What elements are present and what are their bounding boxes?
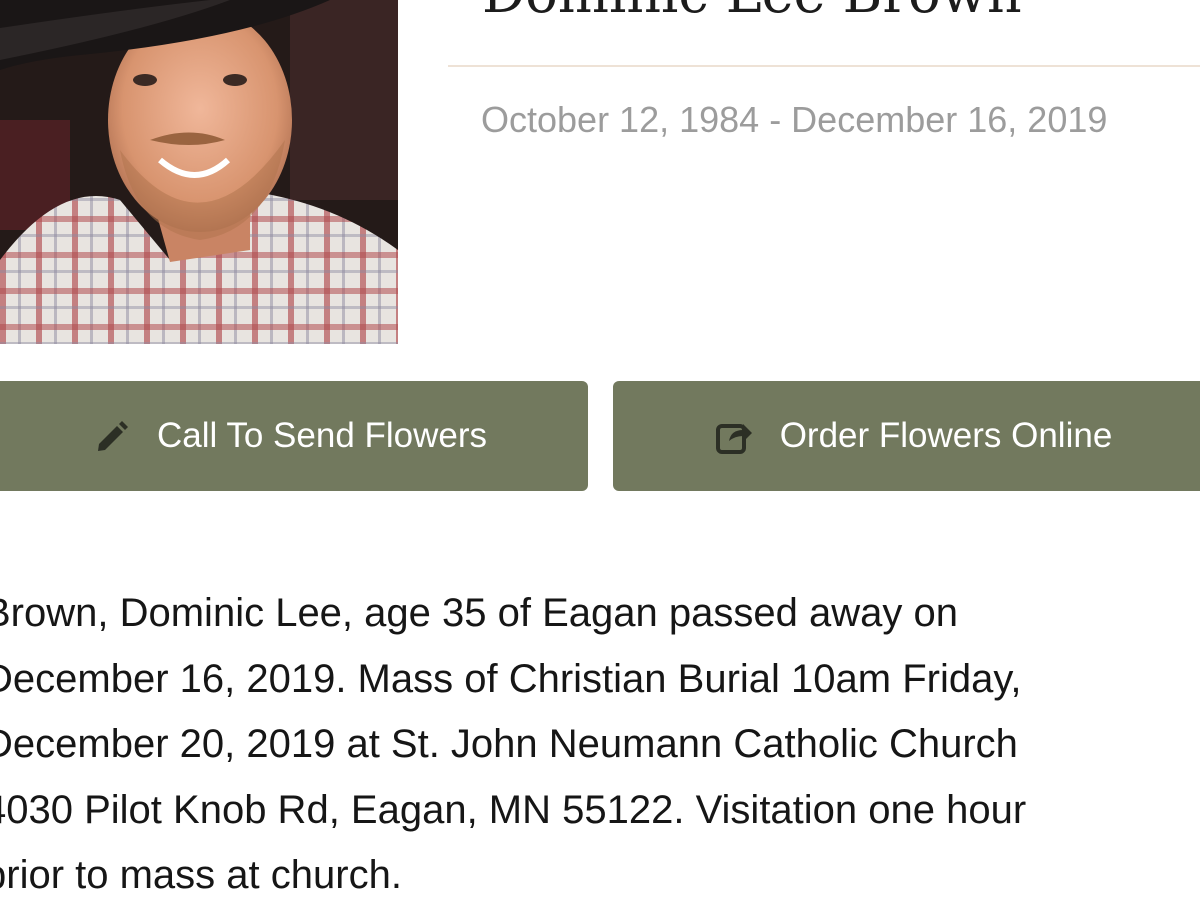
obituary-page: Dominic Lee Brown October 12, 1984 - Dec… [0,0,1200,900]
pencil-icon [91,416,131,456]
obituary-line: December 16, 2019. Mass of Christian Bur… [0,656,1022,701]
call-to-send-flowers-button[interactable]: Call To Send Flowers [0,381,588,491]
deceased-name: Dominic Lee Brown [482,0,1022,26]
portrait-photo [0,0,398,344]
order-flowers-online-button[interactable]: Order Flowers Online [613,381,1200,491]
call-to-send-flowers-label: Call To Send Flowers [156,416,488,455]
obituary-line: 4030 Pilot Knob Rd, Eagan, MN 55122. Vis… [0,787,1027,832]
obituary-text: Brown, Dominic Lee, age 35 of Eagan pass… [0,581,1200,900]
life-dates: October 12, 1984 - December 16, 2019 [481,99,1108,140]
share-icon [714,416,754,456]
obituary-line: Brown, Dominic Lee, age 35 of Eagan pass… [0,591,958,635]
header-divider [448,65,1200,67]
obituary-line: prior to mass at church. [0,853,402,897]
order-flowers-online-label: Order Flowers Online [779,416,1113,455]
obituary-line: December 20, 2019 at St. John Neumann Ca… [0,722,1018,766]
